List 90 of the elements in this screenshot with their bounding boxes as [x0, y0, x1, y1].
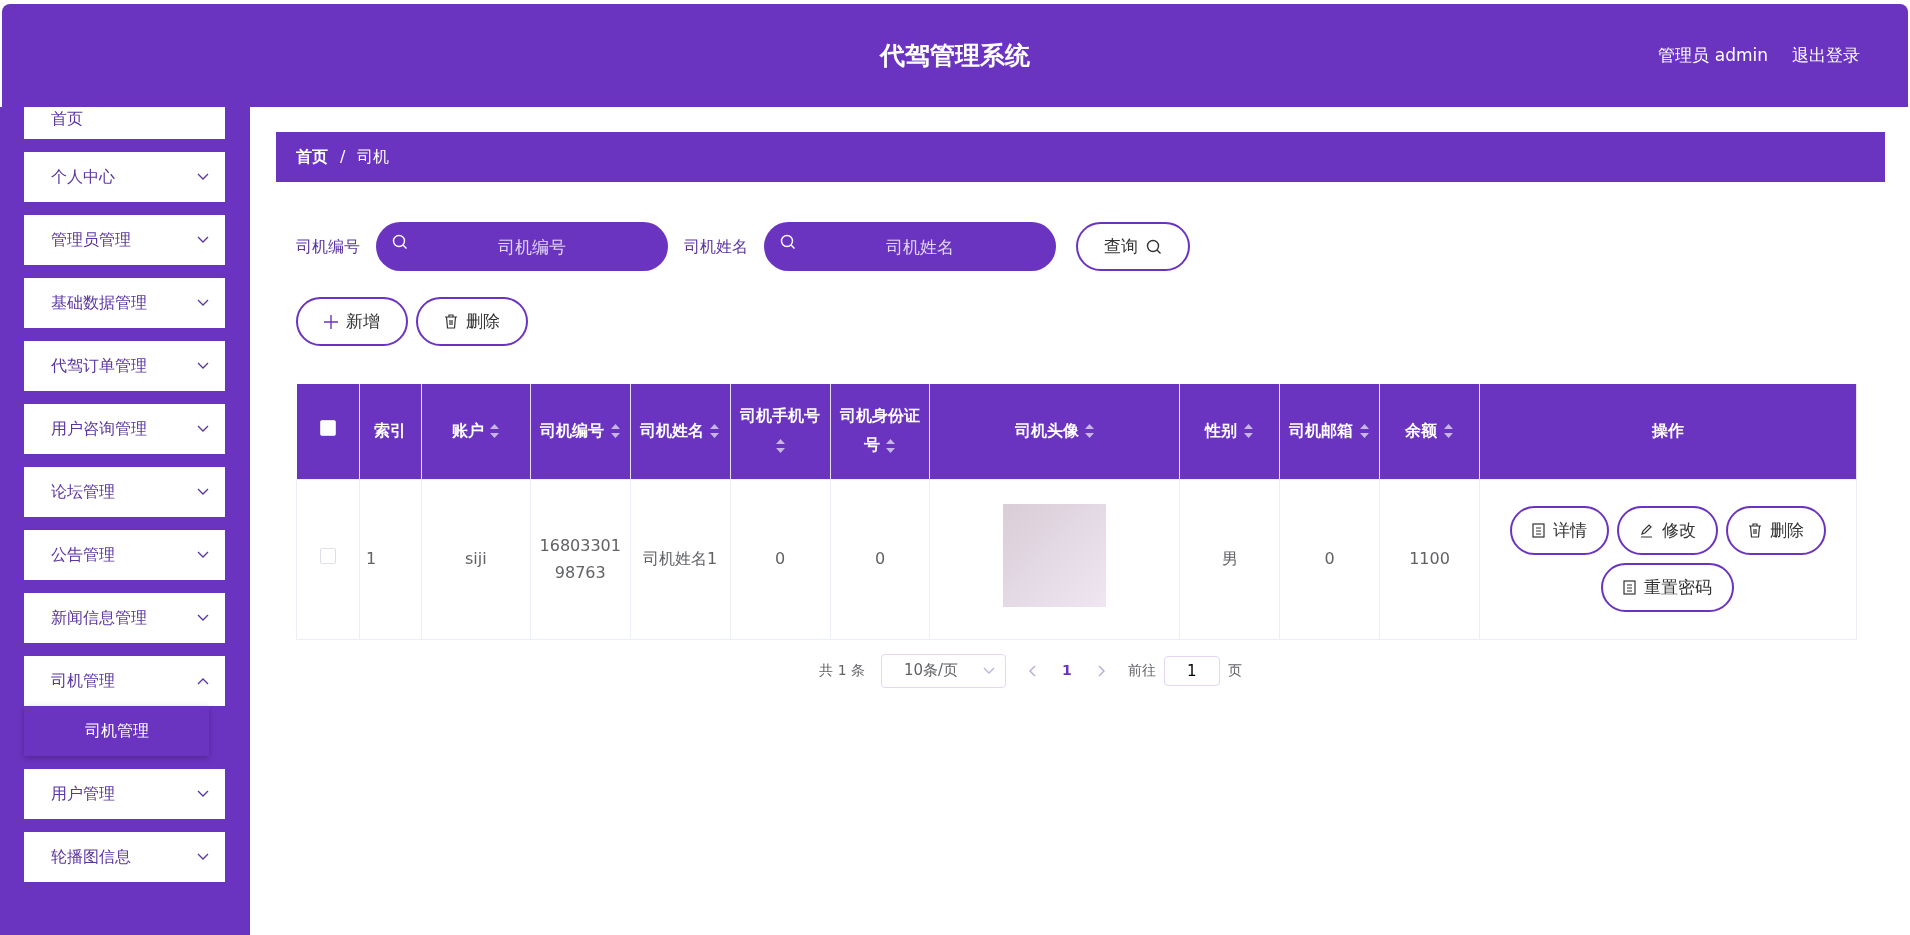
column-header: 司机头像 [929, 384, 1180, 479]
sort-icon [885, 437, 897, 454]
column-header: 索引 [359, 384, 422, 479]
sidebar-item[interactable]: 首页 [24, 107, 225, 139]
pencil-icon [1639, 523, 1654, 538]
sort-icon [1358, 423, 1370, 440]
plus-icon [324, 314, 338, 329]
document-icon [1532, 523, 1545, 538]
sort-icon [1242, 423, 1254, 440]
delete-button[interactable]: 删除 [416, 297, 528, 346]
detail-button[interactable]: 详情 [1510, 506, 1609, 555]
column-header: 账户 [421, 384, 531, 479]
delete-button[interactable]: 删除 [1726, 506, 1826, 555]
chevron-down-icon [197, 236, 209, 244]
sidebar-item[interactable]: 代驾订单管理 [24, 341, 225, 391]
field-label: 司机姓名 [684, 235, 748, 258]
search-icon [392, 234, 408, 250]
page-input[interactable]: 1 [1163, 655, 1220, 686]
user-name: 管理员 admin [1658, 43, 1768, 67]
page-size-select[interactable]: 10条/页 [881, 653, 1007, 688]
add-button[interactable]: 新增 [296, 297, 408, 346]
trash-icon [444, 314, 458, 329]
chevron-down-icon [197, 551, 209, 559]
sidebar-item[interactable]: 公告管理 [24, 530, 225, 580]
logout-link[interactable]: 退出登录 [1792, 42, 1860, 69]
sidebar-item[interactable]: 新闻信息管理 [24, 593, 225, 643]
select-all-checkbox[interactable] [319, 419, 336, 436]
page-number[interactable]: 1 [1058, 660, 1076, 681]
column-header: 司机姓名 [630, 384, 731, 479]
sidebar-item[interactable]: 轮播图信息 [24, 832, 225, 882]
column-header: 余额 [1379, 384, 1480, 479]
column-header: 操作 [1479, 384, 1857, 479]
chevron-down-icon [197, 677, 209, 685]
chevron-down-icon [197, 299, 209, 307]
breadcrumb-separator: / [340, 146, 346, 168]
table-cell: 1680330198763 [530, 479, 631, 639]
table-cell: 0 [830, 479, 930, 639]
chevron-down-icon [197, 488, 209, 496]
submenu-item[interactable]: 司机管理 [24, 706, 209, 756]
sort-icon [774, 437, 786, 454]
sidebar-item[interactable]: 基础数据管理 [24, 278, 225, 328]
sidebar-item[interactable]: 论坛管理 [24, 467, 225, 517]
field-label: 司机编号 [296, 235, 360, 258]
column-header: 司机编号 [530, 384, 631, 479]
search-field[interactable]: 司机姓名 [764, 222, 1056, 271]
sidebar-item[interactable]: 用户咨询管理 [24, 404, 225, 454]
breadcrumb-link[interactable]: 首页 [296, 145, 328, 169]
table-cell: 1 [359, 479, 422, 639]
table-cell: 1100 [1379, 479, 1480, 639]
table-cell: 司机姓名1 [630, 479, 731, 639]
chevron-down-icon [197, 790, 209, 798]
chevron-down-icon [197, 853, 209, 861]
column-header: 司机邮箱 [1279, 384, 1380, 479]
sort-icon [609, 423, 621, 440]
edit-button[interactable]: 修改 [1617, 506, 1718, 555]
total-count: 共 1 条 [819, 661, 866, 680]
table-cell: 0 [730, 479, 830, 639]
column-header: 司机身份证号 [830, 384, 930, 479]
chevron-right-icon [1097, 665, 1106, 677]
breadcrumb-current: 司机 [357, 146, 390, 168]
trash-icon [1748, 523, 1762, 538]
document-icon [1623, 580, 1637, 595]
sort-icon [1084, 423, 1096, 440]
search-icon [780, 234, 796, 250]
chevron-down-icon [197, 425, 209, 433]
chevron-down-icon [197, 173, 209, 181]
goto-label: 前往 [1127, 661, 1156, 680]
sort-icon [489, 423, 501, 440]
sort-icon [1442, 423, 1454, 440]
app-title: 代驾管理系统 [880, 39, 1030, 72]
sidebar-item[interactable]: 用户管理 [24, 769, 225, 819]
chevron-down-icon [197, 614, 209, 622]
table-cell: 0 [1279, 479, 1380, 639]
page-suffix: 页 [1227, 661, 1242, 680]
chevron-down-icon [197, 362, 209, 370]
search-button[interactable]: 查询 [1076, 222, 1190, 271]
search-field[interactable]: 司机编号 [376, 222, 668, 271]
chevron-down-icon [983, 666, 996, 675]
column-header: 司机手机号 [730, 384, 830, 479]
sort-icon [709, 423, 721, 440]
sidebar-item[interactable]: 司机管理 [24, 656, 225, 706]
row-checkbox[interactable] [319, 548, 336, 564]
search-icon [1146, 238, 1162, 255]
sidebar-item[interactable]: 个人中心 [24, 152, 225, 202]
table-cell: siji [421, 479, 531, 639]
table-cell: 男 [1179, 479, 1280, 639]
chevron-left-icon [1028, 665, 1037, 677]
detail-button[interactable]: 重置密码 [1601, 563, 1735, 612]
sidebar-item[interactable]: 管理员管理 [24, 215, 225, 265]
column-header: 性别 [1179, 384, 1280, 479]
